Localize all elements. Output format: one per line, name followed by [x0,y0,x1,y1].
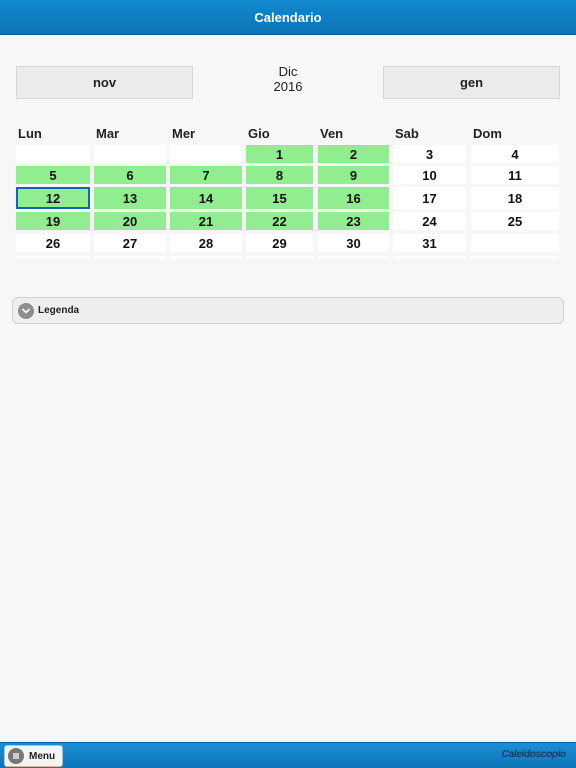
weekday-label: Gio [248,126,270,141]
brand-logo: Caleidoscopio [501,749,567,760]
prev-month-button[interactable]: nov [16,66,193,99]
weekday-label: Dom [473,126,502,141]
day-cell-selected[interactable]: 12 [16,187,90,209]
grid-trailing-strip [170,256,242,259]
day-cell[interactable]: 10 [393,166,466,184]
day-cell[interactable]: 17 [393,187,466,209]
chevron-down-icon [18,302,34,319]
day-cell[interactable]: 15 [246,187,313,209]
day-cell[interactable]: 30 [318,234,389,252]
bottom-toolbar: Menu Caleidoscopio [0,742,576,768]
page-title: Calendario [254,9,322,25]
title-bar: Calendario [0,0,576,35]
day-cell[interactable]: 22 [246,212,313,230]
day-cell[interactable]: 21 [170,212,242,230]
grid-trailing-strip [16,256,90,259]
empty-day-cell [94,145,166,163]
day-cell[interactable]: 24 [393,212,466,230]
day-cell[interactable]: 9 [318,166,389,184]
empty-day-cell [471,234,559,252]
day-cell[interactable]: 19 [16,212,90,230]
day-cell[interactable]: 4 [471,145,559,163]
grid-trailing-strip [393,256,466,259]
menu-label: Menu [29,750,56,762]
empty-day-cell [16,145,90,163]
day-cell[interactable]: 1 [246,145,313,163]
day-cell[interactable]: 18 [471,187,559,209]
month-name: Dic [278,64,298,79]
grid-trailing-strip [94,256,166,259]
day-cell[interactable]: 20 [94,212,166,230]
day-cell[interactable]: 28 [170,234,242,252]
day-cell[interactable]: 2 [318,145,389,163]
grid-trailing-strip [471,256,559,259]
legend-label: Legenda [38,305,80,316]
weekday-label: Lun [18,126,42,141]
day-cell[interactable]: 16 [318,187,389,209]
legend-toggle[interactable]: Legenda [12,297,564,324]
empty-day-cell [170,145,242,163]
day-cell[interactable]: 23 [318,212,389,230]
day-cell[interactable]: 26 [16,234,90,252]
menu-button[interactable]: Menu [4,745,63,767]
grid-trailing-strip [246,256,313,259]
day-cell[interactable]: 11 [471,166,559,184]
hamburger-icon [8,748,24,764]
day-cell[interactable]: 8 [246,166,313,184]
day-cell[interactable]: 7 [170,166,242,184]
day-cell[interactable]: 5 [16,166,90,184]
current-month-label: Dic 2016 [240,64,336,94]
day-cell[interactable]: 14 [170,187,242,209]
day-cell[interactable]: 13 [94,187,166,209]
day-cell[interactable]: 25 [471,212,559,230]
next-month-button[interactable]: gen [383,66,560,99]
day-cell[interactable]: 31 [393,234,466,252]
app-window: Calendario nov Dic 2016 gen Lun Mar Mer Gio… [0,0,576,768]
weekday-label: Sab [395,126,419,141]
day-cell[interactable]: 27 [94,234,166,252]
day-cell[interactable]: 29 [246,234,313,252]
grid-trailing-strip [318,256,389,259]
day-cell[interactable]: 3 [393,145,466,163]
weekday-label: Ven [320,126,344,141]
weekday-label: Mer [172,126,196,141]
day-cell[interactable]: 6 [94,166,166,184]
weekday-label: Mar [96,126,120,141]
year-value: 2016 [273,79,303,94]
